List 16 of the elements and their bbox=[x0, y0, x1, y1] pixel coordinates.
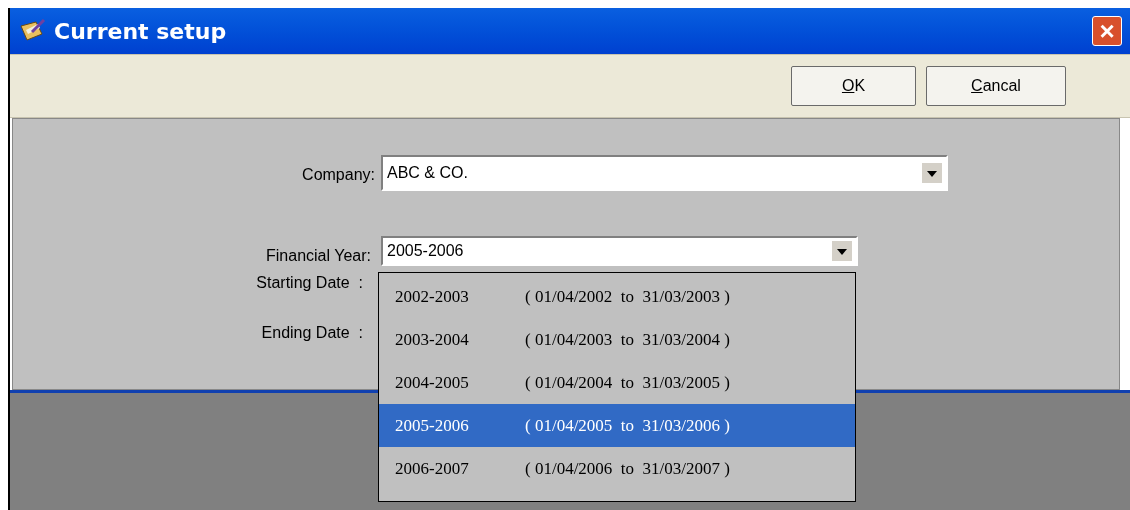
dropdown-item[interactable]: 2006-2007 ( 01/04/2006 to 31/03/2007 ) bbox=[379, 447, 855, 490]
dropdown-item[interactable]: 2003-2004 ( 01/04/2003 to 31/03/2004 ) bbox=[379, 318, 855, 361]
window-title: Current setup bbox=[54, 17, 227, 46]
field-label: Starting Date : bbox=[256, 273, 363, 293]
field-label: Company: bbox=[301, 165, 375, 185]
combo-box[interactable]: ABC & CO. bbox=[381, 155, 948, 191]
notebook-icon bbox=[18, 18, 46, 44]
field-label: Financial Year: bbox=[265, 246, 371, 266]
field-label: Ending Date : bbox=[261, 323, 363, 343]
combo-box[interactable]: 2005-2006 bbox=[381, 236, 858, 266]
dropdown-item[interactable]: 2002-2003 ( 01/04/2002 to 31/03/2003 ) bbox=[379, 275, 855, 318]
close-button[interactable]: × bbox=[1092, 16, 1122, 46]
dropdown-item[interactable]: 2004-2005 ( 01/04/2004 to 31/03/2005 ) bbox=[379, 361, 855, 404]
dropdown-item[interactable]: 2005-2006 ( 01/04/2005 to 31/03/2006 ) bbox=[379, 404, 855, 447]
dialog-button[interactable]: Cancal bbox=[926, 66, 1066, 106]
dialog-button[interactable]: OK bbox=[791, 66, 916, 106]
